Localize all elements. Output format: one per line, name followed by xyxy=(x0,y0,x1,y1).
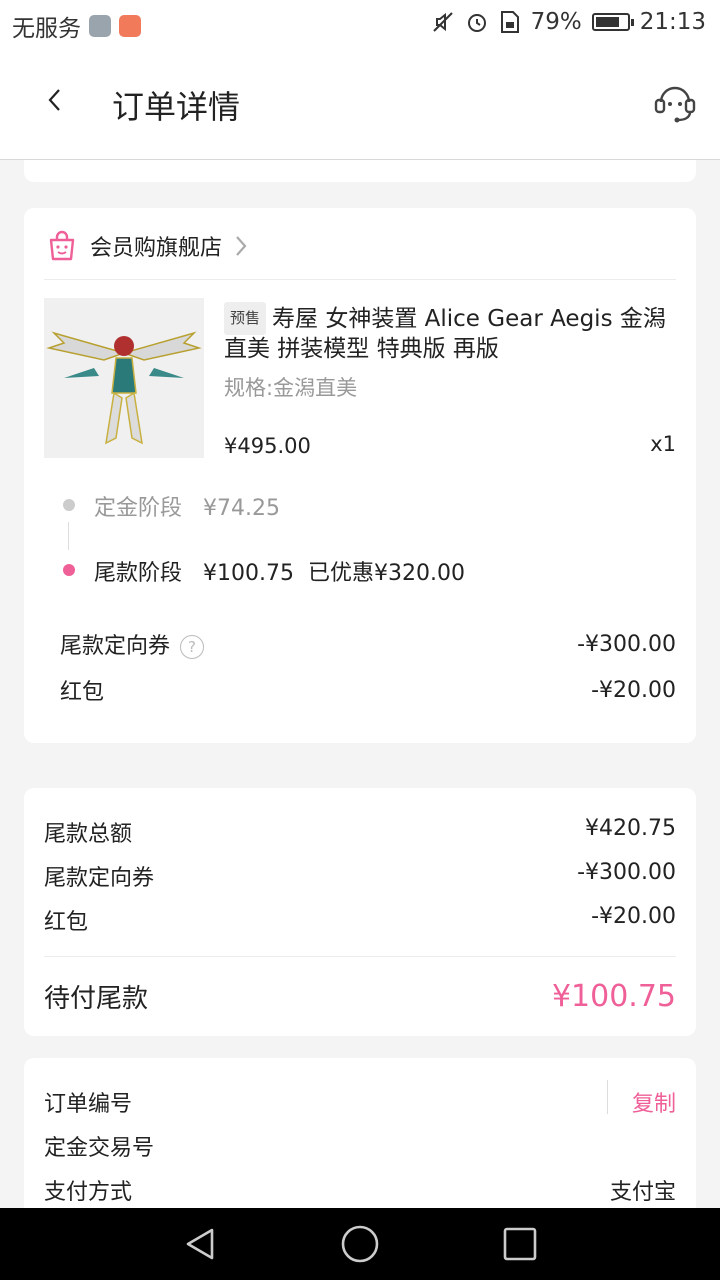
product-price: ¥495.00 xyxy=(224,434,311,458)
chevron-left-icon xyxy=(48,89,60,111)
deposit-stage: 定金阶段 ¥74.25 xyxy=(94,490,280,522)
coupon-value: -¥300.00 xyxy=(577,631,676,657)
discount-row-redpacket: 红包 -¥20.00 xyxy=(60,674,676,706)
final-stage-amount: ¥100.75 xyxy=(203,561,294,586)
final-stage-discount: 已优惠¥320.00 xyxy=(307,561,465,586)
mute-icon xyxy=(432,12,453,32)
product-image[interactable] xyxy=(44,298,204,458)
product-name: 寿屋 女神装置 Alice Gear Aegis 金潟直美 拼装模型 特典版 再… xyxy=(224,306,666,362)
total-label: 尾款定向券 xyxy=(44,866,155,891)
product-card: 会员购旗舰店 预售 寿屋 女神装置 Alice Gear Aegis 金潟直美 拼… xyxy=(24,208,696,743)
total-label: 尾款总额 xyxy=(44,822,133,847)
redpacket-value: -¥20.00 xyxy=(591,677,676,703)
app-notification-icon xyxy=(119,15,141,37)
nav-recents-icon[interactable] xyxy=(502,1226,538,1262)
payment-method-value: 支付宝 xyxy=(609,1180,676,1205)
figure-illustration xyxy=(46,331,202,445)
payment-method-label: 支付方式 xyxy=(44,1180,133,1205)
order-number-row: 订单编号 复制 xyxy=(44,1086,676,1118)
chevron-right-icon xyxy=(236,236,247,256)
order-number-label: 订单编号 xyxy=(44,1092,133,1117)
alarm-icon xyxy=(467,14,486,32)
deposit-txn-row: 定金交易号 xyxy=(44,1130,676,1162)
customer-service-icon[interactable] xyxy=(652,80,698,126)
total-row: 尾款定向券 -¥300.00 xyxy=(44,860,676,892)
total-value: ¥420.75 xyxy=(585,816,676,841)
amount-due-label: 待付尾款 xyxy=(44,984,149,1014)
product-spec: 规格:金潟直美 xyxy=(224,376,358,400)
product-quantity: x1 xyxy=(650,432,676,456)
amount-due-row: 待付尾款 ¥100.75 xyxy=(44,978,676,1015)
discount-row-coupon: 尾款定向券? -¥300.00 xyxy=(60,628,676,660)
deposit-txn-label: 定金交易号 xyxy=(44,1136,155,1161)
nav-back-icon[interactable] xyxy=(182,1226,218,1262)
carrier-text: 无服务 xyxy=(12,16,81,42)
total-value: -¥20.00 xyxy=(591,904,676,929)
back-button[interactable] xyxy=(34,80,74,120)
amount-due-value: ¥100.75 xyxy=(551,979,676,1014)
deposit-stage-label: 定金阶段 xyxy=(94,496,183,521)
help-icon[interactable]: ? xyxy=(180,635,205,659)
final-stage: 尾款阶段 ¥100.75 已优惠¥320.00 xyxy=(94,555,465,587)
shop-bag-icon xyxy=(49,230,75,261)
product-title[interactable]: 预售 寿屋 女神装置 Alice Gear Aegis 金潟直美 拼装模型 特典版… xyxy=(224,302,674,364)
total-value: -¥300.00 xyxy=(577,860,676,885)
navigation-bar xyxy=(0,1208,720,1280)
order-info-card: 订单编号 复制 定金交易号 支付方式 支付宝 xyxy=(24,1058,696,1218)
previous-card xyxy=(24,160,696,182)
redpacket-label: 红包 xyxy=(60,680,105,705)
nav-home-icon[interactable] xyxy=(340,1224,380,1264)
final-stage-label: 尾款阶段 xyxy=(94,561,183,586)
page-title: 订单详情 xyxy=(112,88,241,126)
presale-tag: 预售 xyxy=(224,302,267,335)
shop-link[interactable]: 会员购旗舰店 xyxy=(46,230,248,262)
stage-connector xyxy=(68,522,69,550)
total-label: 红包 xyxy=(44,910,89,935)
divider xyxy=(44,956,676,957)
app-header: 订单详情 xyxy=(0,50,720,160)
payment-method-row: 支付方式 支付宝 xyxy=(44,1174,676,1206)
deposit-stage-amount: ¥74.25 xyxy=(203,496,280,521)
stage-dot-active xyxy=(63,564,75,576)
stage-dot-inactive xyxy=(63,499,75,511)
totals-card: 尾款总额 ¥420.75 尾款定向券 -¥300.00 红包 -¥20.00 待… xyxy=(24,788,696,1036)
divider xyxy=(44,279,676,280)
status-bar: 无服务 79% 21:13 xyxy=(0,0,720,50)
coupon-label: 尾款定向券 xyxy=(60,634,171,659)
battery-icon xyxy=(591,13,634,31)
gallery-notification-icon xyxy=(89,15,111,37)
copy-button[interactable]: 复制 xyxy=(632,1086,676,1118)
shop-name: 会员购旗舰店 xyxy=(90,236,223,261)
divider-vertical xyxy=(607,1080,608,1114)
total-row: 红包 -¥20.00 xyxy=(44,904,676,936)
battery-percent: 79% xyxy=(530,9,582,35)
total-row: 尾款总额 ¥420.75 xyxy=(44,816,676,848)
clock: 21:13 xyxy=(639,9,706,35)
sim-icon xyxy=(500,11,519,33)
